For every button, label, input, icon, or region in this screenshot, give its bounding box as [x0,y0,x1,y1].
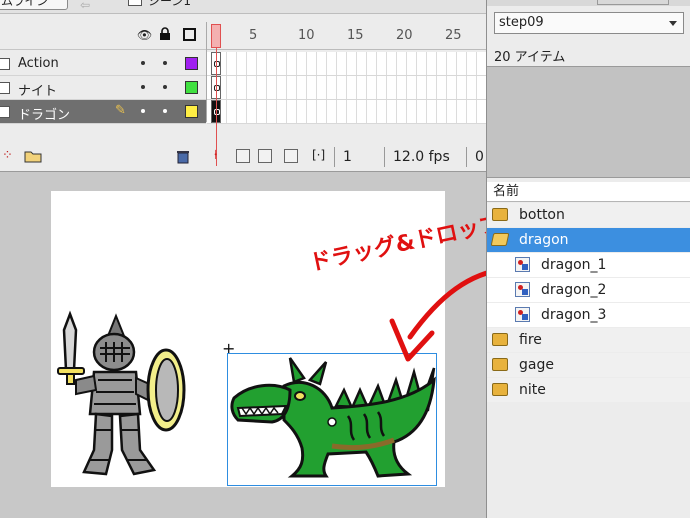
folder-open-icon [490,233,510,246]
elapsed-time: 0 [466,147,486,167]
frame-row[interactable] [207,76,486,100]
library-panel: step09 20 アイテム 名前 botton dragon dragon_1… [486,0,690,518]
layer-toolbar: ⁘ [0,144,206,170]
layer-row-selected[interactable]: ドラゴン ✎ [0,100,206,124]
library-item-label: botton [519,207,565,223]
folder-icon [492,358,508,371]
frame-number: 25 [445,28,462,43]
library-item-dragon-2[interactable]: dragon_2 [487,278,690,302]
scene-label[interactable]: シーン1 [148,0,191,9]
graphic-symbol-icon [515,282,530,297]
layer-color-swatch[interactable] [185,81,198,94]
eye-icon[interactable]: 👁 [137,28,152,42]
library-preview [487,66,690,178]
onion-outline-icon[interactable] [258,149,272,163]
layer-name: Action [18,56,59,71]
lock-dot[interactable] [163,109,167,113]
layer-name: ドラゴン [18,108,71,123]
layer-row[interactable]: Action [0,52,206,76]
edit-multiple-frames-icon[interactable] [284,149,298,163]
library-item-label: dragon [519,232,569,248]
layer-row[interactable]: ナイト [0,76,206,100]
add-folder-icon[interactable] [24,149,42,163]
graphic-symbol-icon [515,257,530,272]
folder-icon [492,208,508,221]
library-item-fire[interactable]: fire [487,328,690,352]
add-motion-guide-icon[interactable]: ⁘ [2,148,13,163]
scene-icon [128,0,142,6]
document-select-value: step09 [499,15,544,30]
frame-ruler[interactable]: 1 5 10 15 20 25 [207,22,486,50]
library-item-botton[interactable]: botton [487,203,690,227]
onion-skin-icon[interactable] [236,149,250,163]
library-item-dragon-3[interactable]: dragon_3 [487,303,690,327]
library-item-label: fire [519,332,542,348]
outline-icon[interactable] [183,28,196,41]
layer-name: ナイト [18,84,58,99]
library-item-gage[interactable]: gage [487,353,690,377]
layer-icon [0,58,10,70]
library-item-nite[interactable]: nite [487,378,690,402]
library-top-edge [487,0,690,6]
library-item-label: dragon_3 [541,307,607,323]
graphic-symbol-icon [515,307,530,322]
frame-number: 15 [347,28,364,43]
library-item-label: dragon_1 [541,257,607,273]
frame-area[interactable]: 1 5 10 15 20 25 [206,22,486,166]
layer-icon [0,82,10,94]
layer-header: 👁 [0,22,206,50]
lock-dot[interactable] [163,85,167,89]
onion-markers-icon[interactable]: [·] [312,148,325,162]
library-item-label: dragon_2 [541,282,607,298]
visibility-dot[interactable] [141,85,145,89]
chevron-down-icon[interactable] [669,21,677,26]
library-item-label: nite [519,382,546,398]
current-frame: 1 [334,147,378,167]
trash-icon[interactable] [176,149,190,164]
layer-color-swatch[interactable] [185,57,198,70]
timeline-tab[interactable]: ムライン [0,0,68,10]
playhead[interactable] [211,24,221,48]
back-arrow-icon[interactable]: ⇦ [80,0,90,12]
layer-color-swatch[interactable] [185,105,198,118]
folder-icon [492,383,508,396]
name-column-header[interactable]: 名前 [487,182,690,202]
frame-number: 5 [249,28,258,43]
frame-row[interactable] [207,52,486,76]
lock-dot[interactable] [163,61,167,65]
frame-number: 10 [298,28,315,43]
frame-row[interactable] [207,100,486,124]
center-frame-icon[interactable]: ⍿ [214,148,217,163]
visibility-dot[interactable] [141,109,145,113]
visibility-dot[interactable] [141,61,145,65]
lock-icon[interactable] [159,27,171,41]
document-select[interactable]: step09 [494,12,684,34]
timeline-panel: ムライン ⇦ シーン1 👁 Action ナイト ドラゴン ✎ ⁘ 5 10 1… [0,0,486,172]
timeline-status-bar: ⍿ [·] 1 12.0 fps 0 [206,144,486,170]
frame-rate[interactable]: 12.0 fps [384,147,456,167]
timeline-toolbar: ムライン ⇦ シーン1 [0,0,486,14]
folder-icon [492,333,508,346]
knight-character[interactable] [54,310,194,482]
pencil-icon: ✎ [115,103,126,118]
library-item-dragon-1[interactable]: dragon_1 [487,253,690,277]
frame-number: 20 [396,28,413,43]
layer-icon [0,106,10,118]
item-count: 20 アイテム [494,50,566,65]
library-item-dragon[interactable]: dragon [487,228,690,252]
library-item-label: gage [519,357,554,373]
